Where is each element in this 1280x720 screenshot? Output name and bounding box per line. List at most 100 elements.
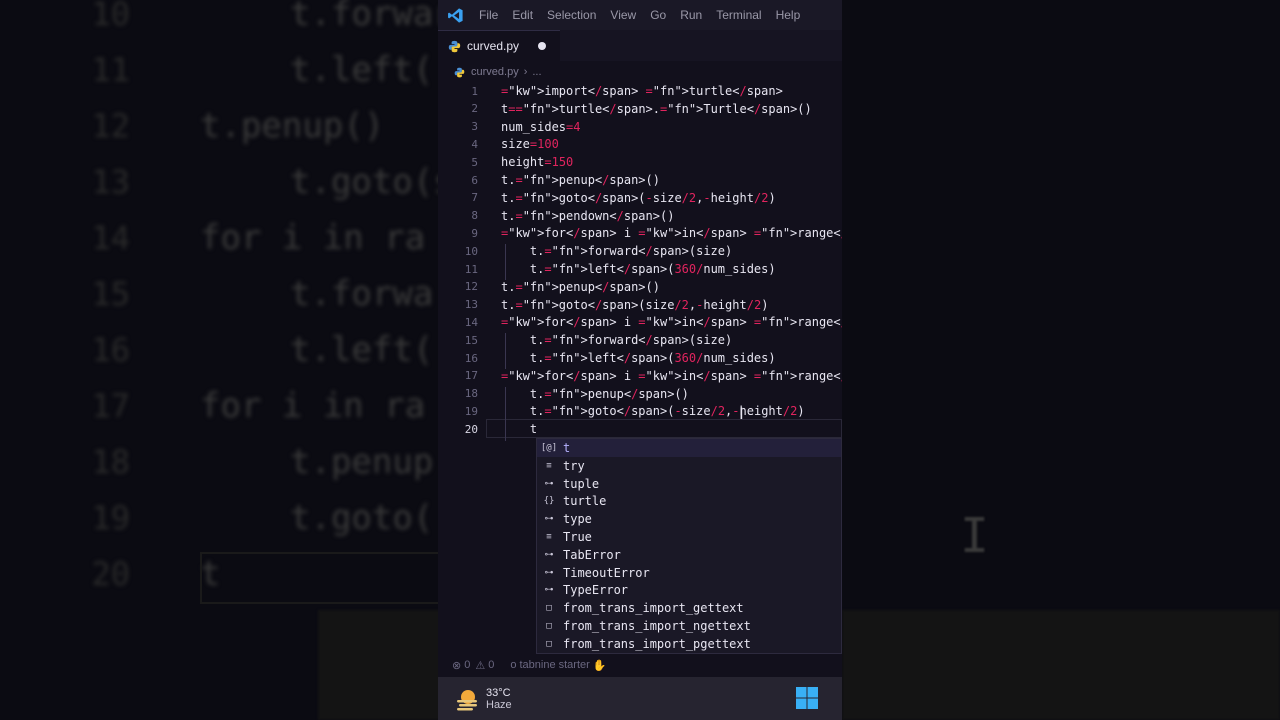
suggestion-item[interactable]: ≡ True <box>537 528 841 546</box>
code-text: t.="fn">penup</span>() <box>501 173 660 187</box>
suggestion-item[interactable]: ⊶ type <box>537 510 841 528</box>
bg-code-line: t.left( <box>290 50 434 90</box>
code-line[interactable]: 9 ="kw">for</span> i ="kw">in</span> ="fn… <box>438 224 842 242</box>
line-number: 11 <box>464 262 478 276</box>
code-text: t.="fn">penup</span>() <box>501 279 660 294</box>
warning-icon: ⚠ <box>475 659 486 672</box>
menu-view[interactable]: View <box>603 0 643 30</box>
code-text: size=100 <box>501 137 559 152</box>
background-zoom-right: I <box>842 0 1280 720</box>
warning-count: 0 <box>488 659 495 671</box>
menu-help[interactable]: Help <box>769 0 808 30</box>
code-line[interactable]: 19 t.="fn">goto</span>(-size/2,-height/2… <box>438 402 842 420</box>
line-number: 18 <box>464 387 478 401</box>
code-line[interactable]: 4 size=100 <box>438 135 842 153</box>
code-line[interactable]: 17 ="kw">for</span> i ="kw">in</span> ="f… <box>438 367 842 385</box>
code-line[interactable]: 7 t.="fn">goto</span>(-size/2,-height/2) <box>438 189 842 207</box>
line-number: 19 <box>464 404 478 418</box>
bg-line-number: 14 <box>91 219 130 257</box>
code-text: height=150 <box>501 155 574 170</box>
module-icon: {} <box>543 496 555 507</box>
code-line[interactable]: 10 t.="fn">forward</span>(size) <box>438 242 842 260</box>
code-text: ="kw">import</span> ="fn">turtle</span> <box>501 84 783 98</box>
problems-status[interactable]: ⊗ 0 ⚠ 0 <box>452 659 494 672</box>
bg-code-line: for i in ra <box>200 218 426 258</box>
weather-widget[interactable]: 33°C Haze <box>486 687 512 711</box>
code-line[interactable]: 16 t.="fn">left</span>(360/num_sides) <box>438 349 842 367</box>
bg-code-line: t.goto(size <box>290 162 438 202</box>
line-number: 16 <box>464 351 478 365</box>
line-number: 10 <box>464 244 478 258</box>
line-number: 8 <box>471 209 478 223</box>
line-number: 9 <box>471 226 478 240</box>
line-number: 14 <box>464 315 478 329</box>
code-line[interactable]: 14 ="kw">for</span> i ="kw">in</span> ="f… <box>438 313 842 331</box>
menu-selection[interactable]: Selection <box>540 0 603 30</box>
code-text: num_sides=4 <box>501 119 581 134</box>
code-line[interactable]: 12 t.="fn">penup</span>() <box>438 278 842 296</box>
code-line[interactable]: 20 t <box>438 420 842 438</box>
suggestion-label: TypeError <box>563 583 629 598</box>
code-text: t.="fn">left</span>(360/num_sides) <box>501 351 776 365</box>
code-text: ="kw">for</span> i ="kw">in</span> ="fn"… <box>501 226 842 241</box>
suggestion-item[interactable]: ⊶ TabError <box>537 546 841 564</box>
tab-label: curved.py <box>467 39 520 53</box>
breadcrumb: curved.py › ... <box>454 63 542 81</box>
line-number: 13 <box>464 298 478 312</box>
menu-edit[interactable]: Edit <box>505 0 540 30</box>
haze-weather-icon[interactable] <box>454 686 480 712</box>
bg-code-text: t.forward t.left(t.penup() t.goto(size for … <box>200 0 438 602</box>
code-text: t.="fn">forward</span>(size) <box>501 244 733 259</box>
suggestion-item[interactable]: ⊶ tuple <box>537 475 841 493</box>
suggestion-item[interactable]: □ from_trans_import_pgettext <box>537 635 841 653</box>
tabnine-status[interactable]: o tabnine starter ✋ <box>510 659 606 672</box>
code-line[interactable]: 2 t=="fn">turtle</span>.="fn">Turtle</spa… <box>438 100 842 118</box>
breadcrumb-rest[interactable]: ... <box>532 66 541 78</box>
suggestion-label: from_trans_import_ngettext <box>563 619 751 633</box>
menu-go[interactable]: Go <box>643 0 673 30</box>
code-line[interactable]: 3 num_sides=4 <box>438 118 842 136</box>
code-line[interactable]: 13 t.="fn">goto</span>(size/2,-height/2) <box>438 296 842 314</box>
bg-code-line: t.penup <box>290 442 434 482</box>
tab-bar: curved.py <box>438 30 842 61</box>
variable-icon: [@] <box>540 443 558 453</box>
suggestion-item[interactable]: ⊶ TimeoutError <box>537 564 841 582</box>
code-line[interactable]: 15 t.="fn">forward</span>(size) <box>438 331 842 349</box>
line-number: 7 <box>471 191 478 205</box>
code-line[interactable]: 11 t.="fn">left</span>(360/num_sides) <box>438 260 842 278</box>
suggestion-item[interactable]: ⊶ TypeError <box>537 581 841 599</box>
text-icon: □ <box>546 603 552 614</box>
unsaved-dot-icon[interactable] <box>538 42 546 50</box>
bg-code-line: t.forward <box>290 0 438 34</box>
code-text: t.="fn">penup</span>() <box>501 386 689 401</box>
tabnine-label: tabnine starter <box>519 659 590 671</box>
keyword-icon: ≡ <box>546 460 552 471</box>
text-icon: □ <box>546 638 552 649</box>
code-line[interactable]: 5 height=150 <box>438 153 842 171</box>
code-line[interactable]: 18 t.="fn">penup</span>() <box>438 385 842 403</box>
line-number: 1 <box>471 84 478 98</box>
menu-file[interactable]: File <box>472 0 505 30</box>
suggestion-item[interactable]: {} turtle <box>537 492 841 510</box>
suggestion-item[interactable]: [@] t <box>537 439 841 457</box>
tab-curved-py[interactable]: curved.py <box>438 30 560 61</box>
line-number: 12 <box>464 280 478 294</box>
breadcrumb-file[interactable]: curved.py <box>471 66 519 78</box>
bg-line-number: 17 <box>91 387 130 425</box>
code-line[interactable]: 8 t.="fn">pendown</span>() <box>438 207 842 225</box>
autocomplete-suggest-widget[interactable]: [@] t ≡ try ⊶ tuple {} turtle ⊶ type ≡ True ⊶ TabErro… <box>536 438 842 654</box>
windows-start-icon[interactable] <box>796 687 818 709</box>
keyword-icon: ≡ <box>546 532 552 542</box>
suggestion-label: tuple <box>563 476 600 491</box>
line-number: 5 <box>471 155 478 169</box>
suggestion-item[interactable]: □ from_trans_import_gettext <box>537 599 841 617</box>
menu-terminal[interactable]: Terminal <box>709 0 768 30</box>
line-number: 2 <box>471 102 478 116</box>
suggestion-item[interactable]: □ from_trans_import_ngettext <box>537 617 841 635</box>
code-line[interactable]: 1 ="kw">import</span> ="fn">turtle</span> <box>438 82 842 100</box>
suggestion-item[interactable]: ≡ try <box>537 457 841 475</box>
menu-run[interactable]: Run <box>673 0 709 30</box>
class-icon: ⊶ <box>544 585 554 596</box>
class-icon: ⊶ <box>544 567 554 578</box>
code-line[interactable]: 6 t.="fn">penup</span>() <box>438 171 842 189</box>
